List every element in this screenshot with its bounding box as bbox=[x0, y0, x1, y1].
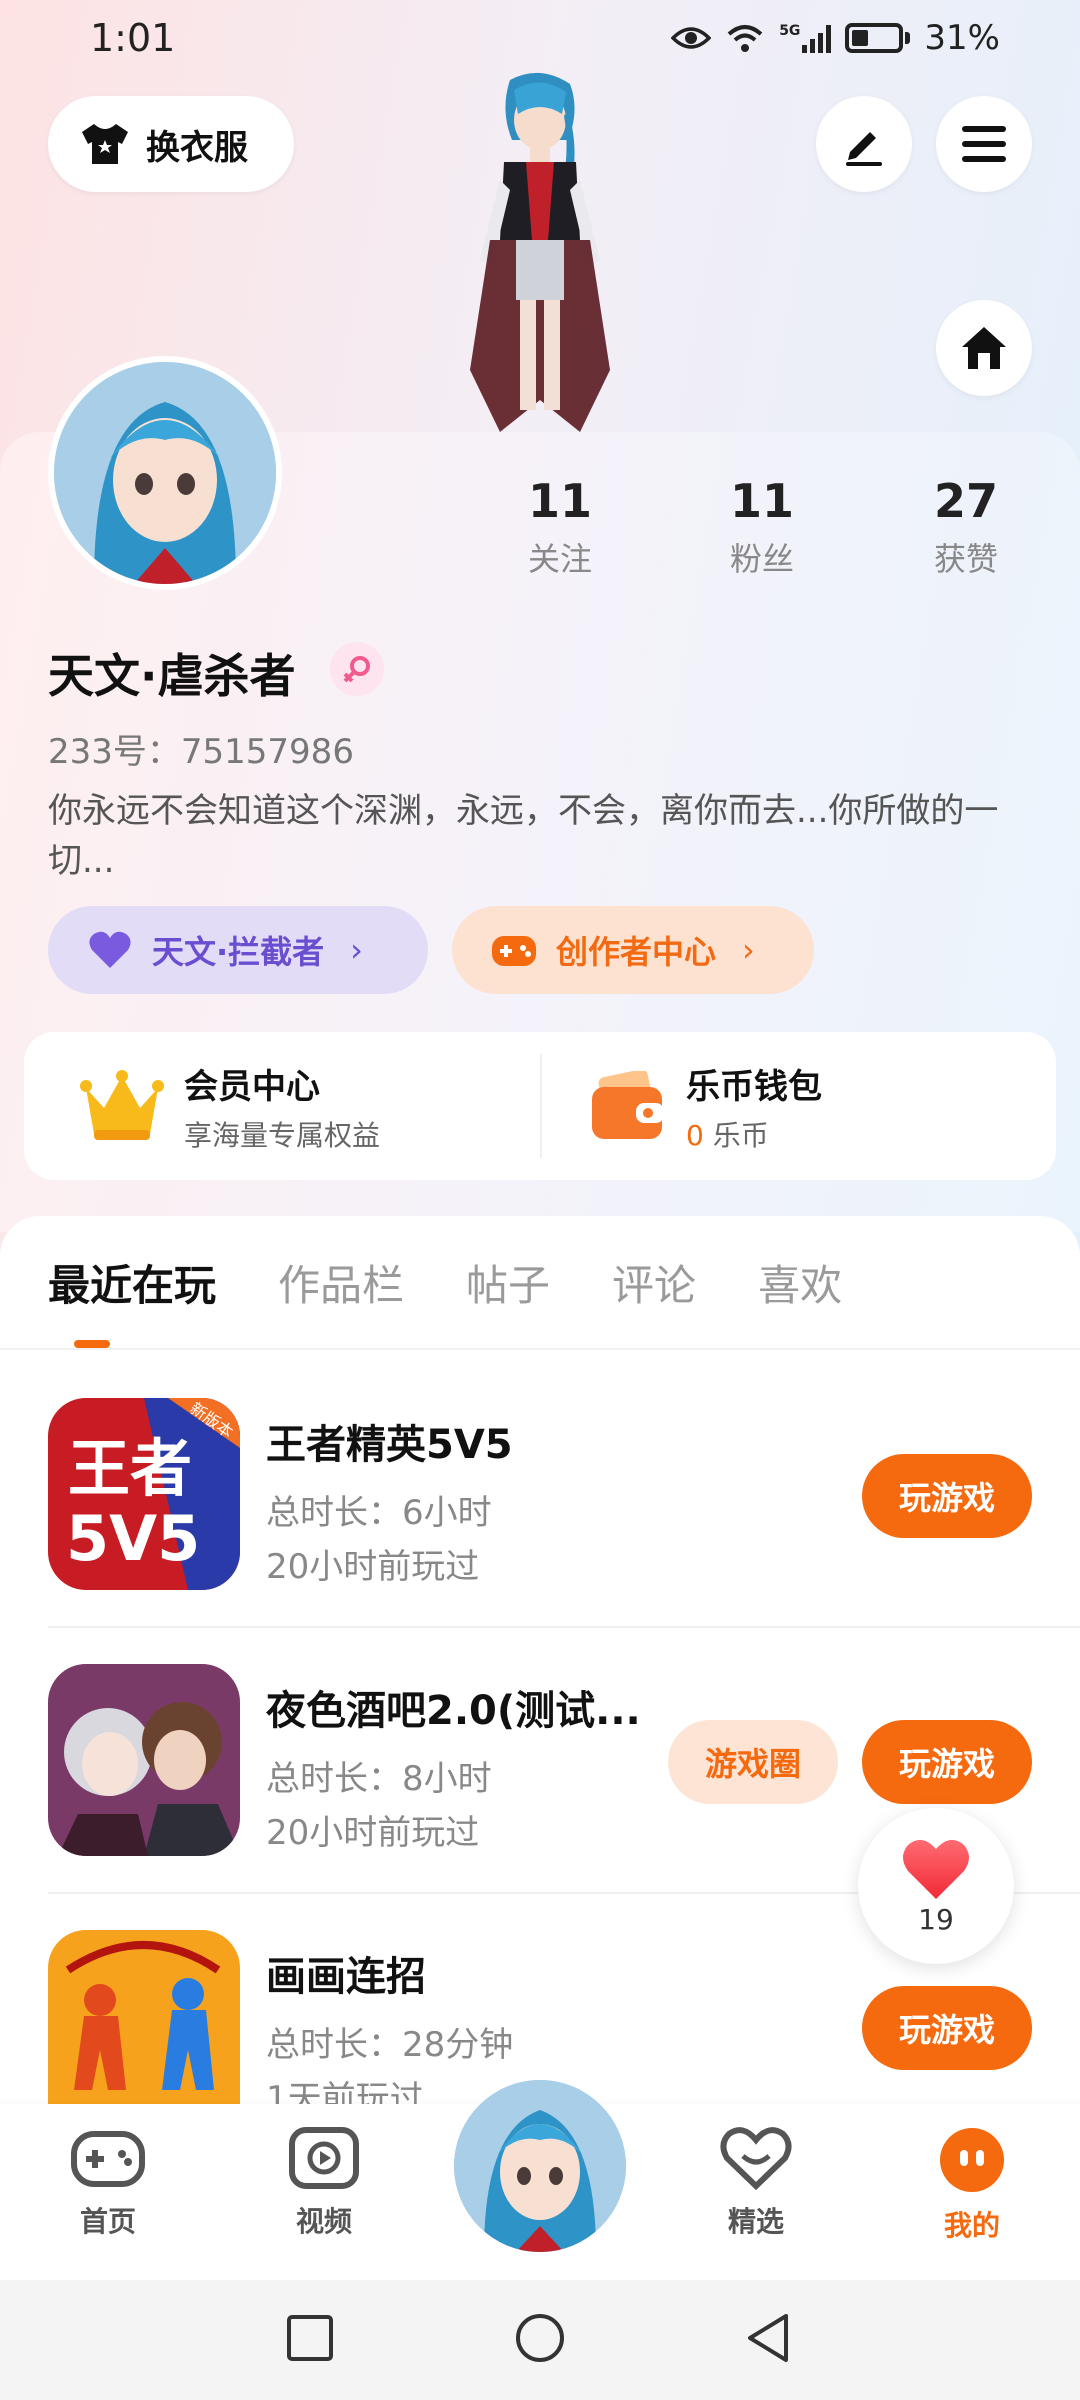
divider bbox=[0, 1348, 1080, 1350]
tab-comments[interactable]: 评论 bbox=[612, 1252, 696, 1313]
game-name: 夜色酒吧2.0(测试... bbox=[266, 1688, 641, 1734]
nav-home-label: 首页 bbox=[79, 2205, 136, 2238]
nav-featured-label: 精选 bbox=[727, 2205, 784, 2238]
game-last-played: 20小时前玩过 bbox=[266, 1813, 480, 1853]
game-name: 画画连招 bbox=[266, 1954, 426, 2000]
network-type: 5G bbox=[779, 23, 801, 39]
game-duration: 总时长：8小时 bbox=[266, 1759, 492, 1799]
creator-center-button[interactable]: 创作者中心 › bbox=[452, 906, 814, 994]
nav-me[interactable]: 我的 bbox=[902, 2126, 1042, 2244]
gamepad-icon bbox=[492, 936, 536, 966]
nav-home[interactable]: 首页 bbox=[38, 2126, 178, 2240]
user-bio: 你永远不会知道这个深渊，永远，不会，离你而去...你所做的一切... bbox=[48, 791, 999, 881]
wallet-icon bbox=[592, 1071, 664, 1139]
nav-featured[interactable]: 精选 bbox=[686, 2126, 826, 2240]
like-count: 19 bbox=[918, 1902, 954, 1936]
nav-video-label: 视频 bbox=[295, 2205, 352, 2238]
tab-likes[interactable]: 喜欢 bbox=[758, 1252, 842, 1313]
active-tab-indicator bbox=[74, 1340, 110, 1348]
game-icon-wangzhe: 王者 5V5 新版本 bbox=[48, 1398, 240, 1590]
gamepad-icon bbox=[71, 2131, 145, 2187]
wallet-unit: 乐币 bbox=[712, 1118, 769, 1152]
game-icon-text: 5V5 bbox=[66, 1502, 200, 1575]
female-gender-icon bbox=[330, 642, 384, 696]
likes-count: 27 bbox=[933, 474, 998, 528]
chevron-right-icon: › bbox=[742, 931, 755, 969]
game-name: 王者精英5V5 bbox=[266, 1422, 513, 1468]
user-id: 233号：75157986 bbox=[48, 732, 354, 772]
game-duration: 总时长：6小时 bbox=[266, 1493, 492, 1533]
stat-likes[interactable]: 27 获赞 bbox=[886, 474, 1046, 580]
system-nav-bar bbox=[0, 2280, 1080, 2400]
wifi-icon bbox=[727, 25, 763, 52]
chevron-right-icon: › bbox=[350, 931, 363, 969]
crown-icon bbox=[80, 1070, 164, 1140]
status-icons: 5G 31% bbox=[671, 18, 1000, 58]
profile-tabs: 最近在玩 作品栏 帖子 评论 喜欢 bbox=[48, 1252, 904, 1313]
play-game-button[interactable]: 玩游戏 bbox=[862, 1720, 1032, 1804]
play-game-button[interactable]: 玩游戏 bbox=[862, 1986, 1032, 2070]
nav-video[interactable]: 视频 bbox=[254, 2126, 394, 2240]
divider bbox=[540, 1054, 542, 1158]
change-outfit-button[interactable]: 换衣服 bbox=[48, 96, 294, 192]
edit-button[interactable] bbox=[816, 96, 912, 192]
video-icon bbox=[289, 2127, 359, 2189]
stat-following[interactable]: 11 关注 bbox=[480, 474, 640, 580]
hamburger-icon bbox=[962, 126, 1006, 162]
profile-avatar[interactable] bbox=[48, 356, 282, 590]
like-floating-button[interactable]: 19 bbox=[858, 1808, 1014, 1964]
wallet-amount: 0 bbox=[686, 1118, 704, 1152]
recent-apps-icon[interactable] bbox=[286, 2314, 334, 2362]
game-circle-button[interactable]: 游戏圈 bbox=[668, 1720, 838, 1804]
home-button[interactable] bbox=[936, 300, 1032, 396]
home-circle-icon[interactable] bbox=[514, 2312, 566, 2364]
game-last-played: 20小时前玩过 bbox=[266, 1547, 480, 1587]
tab-posts[interactable]: 帖子 bbox=[466, 1252, 550, 1313]
change-outfit-label: 换衣服 bbox=[146, 127, 248, 168]
following-count: 11 bbox=[527, 474, 592, 528]
following-label: 关注 bbox=[527, 540, 592, 578]
status-time: 1:01 bbox=[90, 16, 176, 60]
shirt-icon bbox=[82, 124, 128, 164]
back-icon[interactable] bbox=[744, 2312, 792, 2364]
likes-label: 获赞 bbox=[933, 540, 998, 578]
signal-icon: 5G bbox=[779, 23, 832, 53]
status-bar: 1:01 5G 31% bbox=[0, 0, 1080, 80]
game-duration: 总时长：28分钟 bbox=[266, 2025, 514, 2065]
title-badge-label: 天文·拦截者 bbox=[152, 933, 325, 971]
member-card: 会员中心 享海量专属权益 乐币钱包 0 乐币 bbox=[24, 1032, 1056, 1180]
divider bbox=[48, 1626, 1080, 1628]
username: 天文·虐杀者 bbox=[48, 649, 296, 703]
heart-icon bbox=[89, 931, 131, 968]
eye-icon bbox=[671, 27, 712, 49]
menu-button[interactable] bbox=[936, 96, 1032, 192]
vip-center-entry[interactable]: 会员中心 享海量专属权益 bbox=[80, 1032, 380, 1180]
house-icon bbox=[962, 327, 1006, 369]
battery-percent: 31% bbox=[924, 18, 1000, 58]
pen-icon bbox=[846, 132, 882, 166]
play-game-button[interactable]: 玩游戏 bbox=[862, 1454, 1032, 1538]
game-row[interactable]: 王者 5V5 新版本 王者精英5V5 总时长：6小时 20小时前玩过 玩游戏 bbox=[48, 1398, 1080, 1664]
game-icon-text: 王者 bbox=[68, 1432, 192, 1505]
tab-recently-played[interactable]: 最近在玩 bbox=[48, 1252, 216, 1313]
heart-icon bbox=[903, 1839, 969, 1899]
vip-center-subtitle: 享海量专属权益 bbox=[184, 1118, 381, 1152]
game-icon-draw-combo bbox=[48, 1930, 240, 2104]
wallet-entry[interactable]: 乐币钱包 0 乐币 bbox=[590, 1032, 822, 1180]
nav-center-avatar[interactable] bbox=[454, 2080, 626, 2252]
game-icon-night-bar bbox=[48, 1664, 240, 1856]
profile-face-icon bbox=[940, 2128, 1004, 2192]
vip-center-title: 会员中心 bbox=[184, 1066, 320, 1107]
stat-fans[interactable]: 11 粉丝 bbox=[682, 474, 842, 580]
tab-works[interactable]: 作品栏 bbox=[278, 1252, 404, 1313]
nav-me-label: 我的 bbox=[943, 2209, 1000, 2242]
fans-count: 11 bbox=[729, 474, 794, 528]
fans-label: 粉丝 bbox=[729, 540, 794, 578]
heart-outline-icon bbox=[720, 2127, 792, 2191]
creator-center-label: 创作者中心 bbox=[556, 933, 717, 971]
title-badge-button[interactable]: 天文·拦截者 › bbox=[48, 906, 428, 994]
avatar-3d-figure[interactable] bbox=[430, 70, 650, 432]
wallet-title: 乐币钱包 bbox=[686, 1066, 822, 1107]
battery-icon bbox=[845, 23, 904, 53]
